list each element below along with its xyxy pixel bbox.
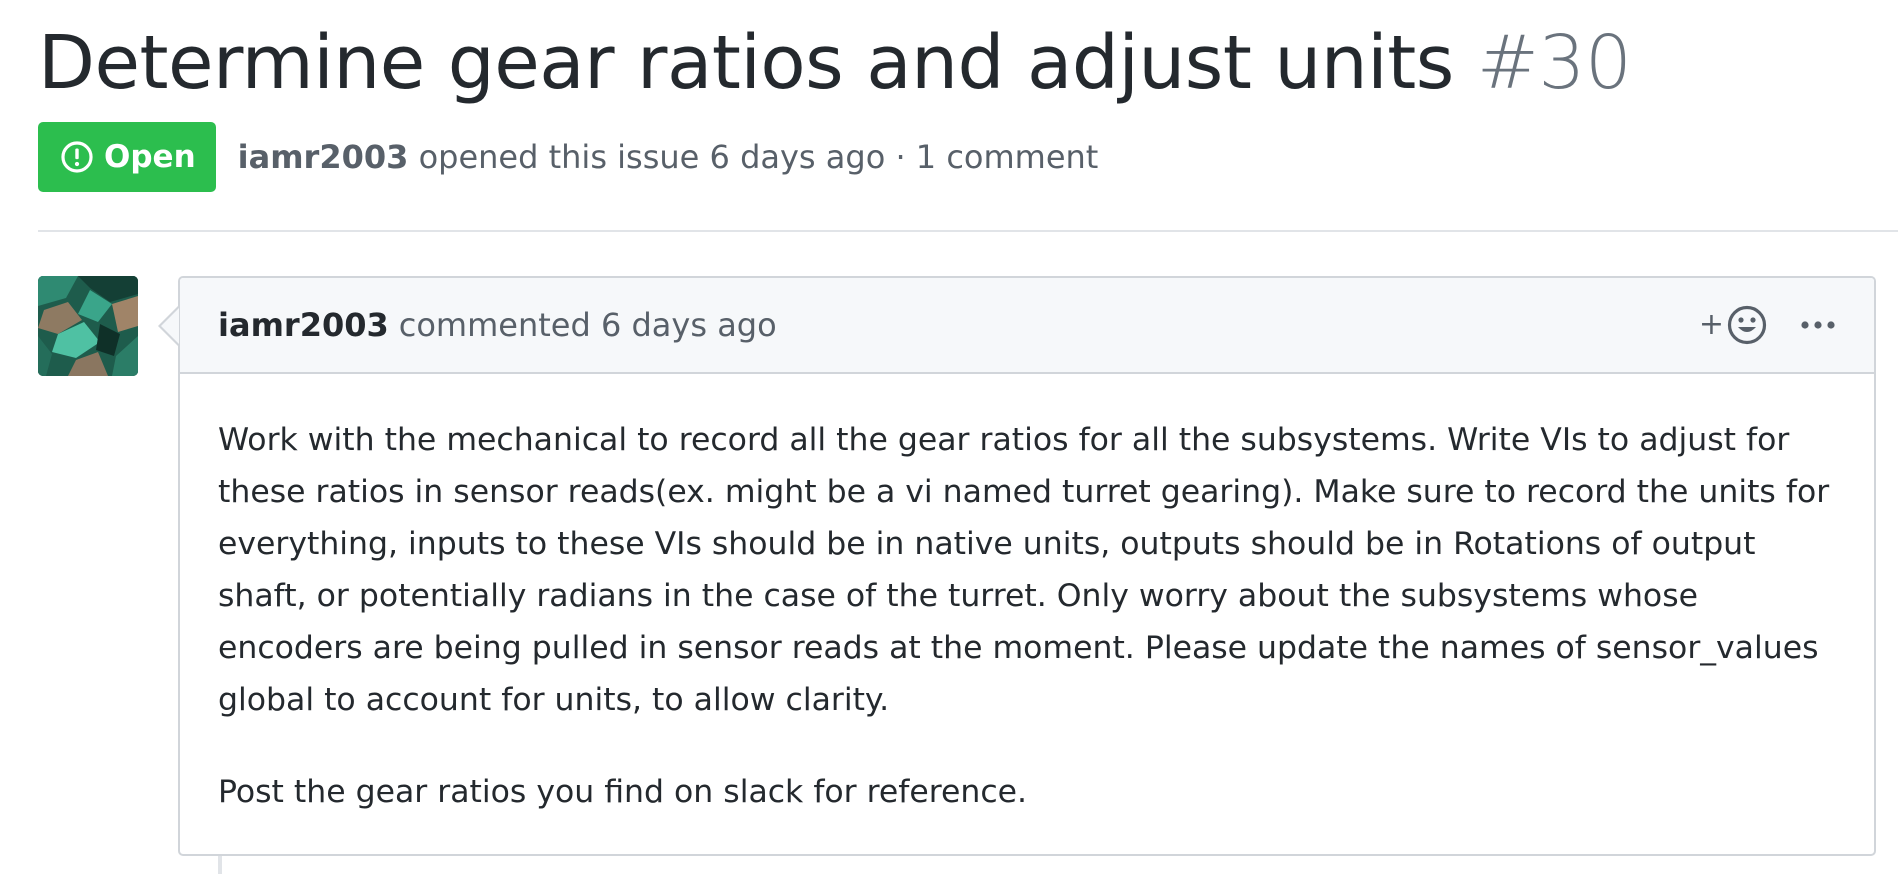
comment-options-button[interactable] (1800, 320, 1836, 330)
header-divider (38, 230, 1898, 232)
comment-pointer-fill (161, 308, 179, 344)
kebab-horizontal-icon (1801, 321, 1835, 329)
issue-opened-icon (61, 141, 93, 173)
comment-paragraph: Work with the mechanical to record all t… (218, 422, 1830, 718)
issue-meta-rest: opened this issue 6 days ago · 1 comment (418, 138, 1099, 176)
avatar[interactable] (38, 276, 138, 376)
comment-paragraph: Post the gear ratios you find on slack f… (218, 774, 1028, 810)
issue-number: #30 (1476, 20, 1632, 106)
add-reaction-button[interactable]: + (1699, 304, 1768, 346)
comment-box: iamr2003 commented 6 days ago + Work wit… (178, 276, 1876, 856)
avatar-image (38, 276, 138, 376)
issue-author-link[interactable]: iamr2003 (238, 138, 409, 176)
comment-timestamp[interactable]: commented 6 days ago (399, 306, 777, 344)
issue-title-row: Determine gear ratios and adjust units #… (38, 18, 1632, 108)
state-label: Open (104, 139, 196, 175)
comment-header: iamr2003 commented 6 days ago + (180, 278, 1874, 374)
issue-title: Determine gear ratios and adjust units (38, 20, 1454, 106)
comment-author-link[interactable]: iamr2003 (218, 306, 389, 344)
issue-meta-text: iamr2003 opened this issue 6 days ago · … (238, 138, 1099, 176)
plus-icon: + (1698, 307, 1724, 342)
issue-page: Determine gear ratios and adjust units #… (0, 0, 1898, 874)
timeline-connector (218, 856, 222, 874)
state-badge: Open (38, 122, 216, 192)
smiley-icon (1727, 305, 1767, 345)
issue-meta: Open iamr2003 opened this issue 6 days a… (38, 122, 1098, 192)
comment-actions: + (1699, 304, 1836, 346)
comment-body: Work with the mechanical to record all t… (180, 374, 1874, 818)
